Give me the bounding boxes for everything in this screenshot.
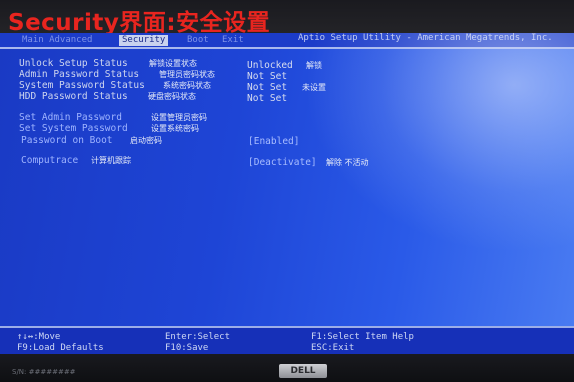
unlock-setup-status-note: 解锁设置状态 xyxy=(149,59,197,68)
system-password-status-value-note: 未设置 xyxy=(302,83,326,92)
caption-title: Security界面:安全设置 xyxy=(8,10,271,36)
hdd-password-status-value: Not Set xyxy=(247,93,288,104)
admin-password-status-note: 管理员密码状态 xyxy=(159,70,215,79)
system-password-status-note: 系统密码状态 xyxy=(163,81,211,90)
set-system-password-note: 设置系统密码 xyxy=(151,124,199,133)
set-admin-password-note: 设置管理员密码 xyxy=(151,113,207,122)
set-system-password-item[interactable]: Set System Password xyxy=(19,123,128,134)
unlock-setup-status-value: Unlocked xyxy=(247,60,293,71)
footer-save-key: F10:Save xyxy=(165,343,209,353)
tab-boot[interactable]: Boot xyxy=(187,35,209,46)
footer-help-key: F1:Select Item Help xyxy=(311,332,414,342)
system-password-status-value: Not Set xyxy=(247,82,288,93)
dell-logo: DELL xyxy=(279,364,327,378)
computrace-value[interactable]: [Deactivate] xyxy=(248,157,317,168)
footer-load-defaults-key: F9:Load Defaults xyxy=(17,343,104,353)
bezel-sticker: S/N: ######## xyxy=(12,368,76,376)
tab-security[interactable]: Security xyxy=(119,35,169,46)
password-on-boot-note: 启动密码 xyxy=(130,136,162,145)
vendor-title: Aptio Setup Utility - American Megatrend… xyxy=(298,33,553,43)
tab-exit[interactable]: Exit xyxy=(222,35,244,46)
unlock-setup-status-value-note: 解锁 xyxy=(306,61,322,70)
admin-password-status-label: Admin Password Status xyxy=(19,69,140,80)
help-footer: ↑↓↔:Move F9:Load Defaults Enter:Select F… xyxy=(0,326,574,354)
monitor-bezel: S/N: ######## DELL xyxy=(0,354,574,382)
top-divider xyxy=(0,47,574,49)
computrace-value-note: 解除 不活动 xyxy=(326,158,369,167)
tab-main-advanced[interactable]: Main Advanced xyxy=(22,35,92,46)
set-admin-password-item[interactable]: Set Admin Password xyxy=(19,112,122,123)
system-password-status-label: System Password Status xyxy=(19,80,145,91)
bios-screen: Main Advanced Security Boot Exit Aptio S… xyxy=(0,33,574,354)
unlock-setup-status-label: Unlock Setup Status xyxy=(19,58,128,69)
admin-password-status-value: Not Set xyxy=(247,71,288,82)
footer-enter-select-key: Enter:Select xyxy=(165,332,231,342)
footer-exit-key: ESC:Exit xyxy=(311,343,355,353)
password-on-boot-value[interactable]: [Enabled] xyxy=(248,136,299,147)
computrace-note: 计算机跟踪 xyxy=(91,156,131,165)
password-on-boot-item[interactable]: Password on Boot xyxy=(21,135,113,146)
computrace-item[interactable]: Computrace xyxy=(21,155,78,166)
hdd-password-status-note: 硬盘密码状态 xyxy=(148,92,196,101)
footer-move-key: ↑↓↔:Move xyxy=(17,332,61,342)
hdd-password-status-label: HDD Password Status xyxy=(19,91,128,102)
screen-glare xyxy=(304,33,574,253)
tab-bar: Main Advanced Security Boot Exit Aptio S… xyxy=(0,33,574,47)
